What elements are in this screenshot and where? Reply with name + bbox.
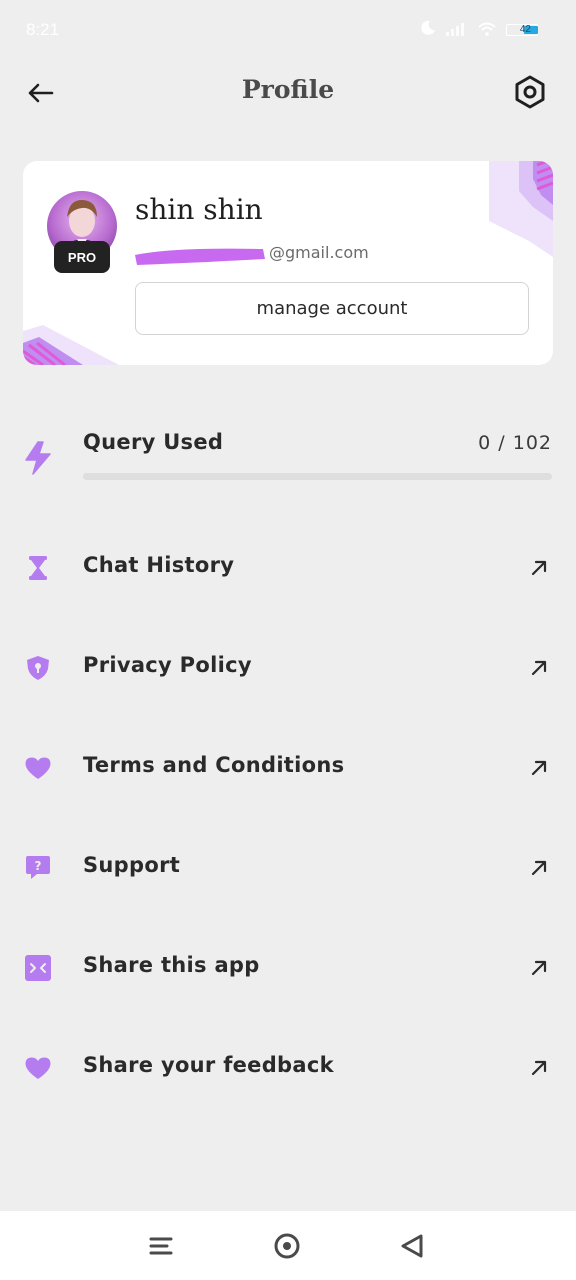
wifi-icon: [478, 21, 496, 40]
menu-item-label: Share this app: [83, 953, 260, 977]
svg-text:?: ?: [35, 859, 42, 873]
arrow-up-right-icon: [531, 960, 547, 976]
menu-item-label: Privacy Policy: [83, 653, 252, 677]
avatar-wrap[interactable]: PRO: [47, 191, 117, 273]
status-bar: 8:21 42: [0, 0, 576, 58]
menu-item-share-app[interactable]: Share this app: [0, 917, 576, 1017]
share-box-icon: [24, 954, 52, 982]
arrow-up-right-icon: [531, 560, 547, 576]
signal-icon: [446, 21, 468, 40]
settings-hexagon-icon: [515, 75, 545, 109]
battery-icon: 42: [506, 23, 542, 37]
heart-icon: [24, 1054, 52, 1082]
query-used-label: Query Used: [83, 430, 224, 454]
menu-item-privacy-policy[interactable]: Privacy Policy: [0, 617, 576, 717]
back-triangle-icon: [401, 1234, 423, 1258]
menu-item-label: Support: [83, 853, 181, 877]
menu-item-terms-and-conditions[interactable]: Terms and Conditions: [0, 717, 576, 817]
profile-card: PRO shin shin @gmail.com manage account: [23, 161, 553, 365]
user-name: shin shin: [135, 193, 263, 226]
menu-list: Chat History Privacy Policy Terms and Co…: [0, 517, 576, 1117]
hourglass-icon: [24, 554, 52, 582]
settings-button[interactable]: [510, 72, 550, 112]
status-time: 8:21: [26, 20, 60, 39]
page-title: Profile: [241, 75, 335, 104]
menu-item-share-feedback[interactable]: Share your feedback: [0, 1017, 576, 1117]
status-icons: 42: [420, 20, 542, 40]
user-email-domain: @gmail.com: [269, 243, 369, 262]
arrow-up-right-icon: [531, 1060, 547, 1076]
arrow-up-right-icon: [531, 660, 547, 676]
home-circle-icon: [274, 1233, 300, 1259]
shield-lock-icon: [24, 654, 52, 682]
menu-item-label: Chat History: [83, 553, 235, 577]
home-button[interactable]: [270, 1229, 304, 1263]
card-decoration-top-right: [489, 161, 553, 257]
query-usage: Query Used 0 / 102: [0, 420, 576, 490]
arrow-up-right-icon: [531, 760, 547, 776]
lightning-icon: [25, 441, 51, 475]
menu-item-chat-history[interactable]: Chat History: [0, 517, 576, 617]
query-progress-bar: [83, 473, 552, 480]
menu-lines-icon: [149, 1237, 173, 1255]
moon-icon: [420, 20, 436, 40]
menu-item-label: Share your feedback: [83, 1053, 334, 1077]
query-used-value: 0 / 102: [478, 432, 552, 454]
menu-item-support[interactable]: ? Support: [0, 817, 576, 917]
card-decoration-bottom-left: [23, 325, 119, 365]
help-chat-icon: ?: [24, 854, 52, 882]
battery-level: 42: [519, 24, 531, 35]
arrow-up-right-icon: [531, 860, 547, 876]
email-redaction: [135, 248, 265, 265]
pro-badge: PRO: [54, 241, 110, 273]
manage-account-button[interactable]: manage account: [135, 282, 529, 335]
heart-icon: [24, 754, 52, 782]
recent-apps-button[interactable]: [144, 1229, 178, 1263]
menu-item-label: Terms and Conditions: [83, 753, 345, 777]
back-nav-button[interactable]: [395, 1229, 429, 1263]
system-nav-bar: [0, 1211, 576, 1280]
header: Profile: [0, 58, 576, 128]
